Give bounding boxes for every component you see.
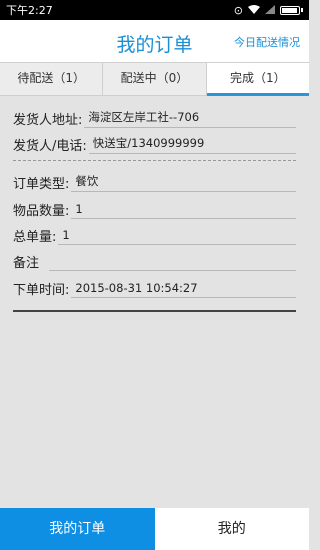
tab-delivering[interactable]: 配送中（0） [103,63,207,95]
daily-delivery-link[interactable]: 今日配送情况 [234,34,300,50]
tab-completed[interactable]: 完成（1） [206,63,310,96]
alarm-icon: ⊙ [233,3,243,17]
status-icons: ⊙ [234,4,303,17]
nav-me[interactable]: 我的 [154,508,309,550]
total-row: 总单量: 1 [13,221,296,245]
order-type-row: 订单类型: 餐饮 [13,168,296,192]
battery-icon [280,5,300,15]
order-type-label: 订单类型: [13,177,70,192]
total-value: 1 [58,228,296,245]
status-bar: 下午2:27 ⊙ [0,0,309,20]
sender-address-row: 发货人地址: 海淀区左岸工社--706 [13,104,296,128]
sender-contact-row: 发货人/电话: 快送宝/1340999999 [13,130,296,154]
item-count-row: 物品数量: 1 [13,195,296,219]
remark-row: 备注 [13,247,296,271]
sender-address-value: 海淀区左岸工社--706 [84,109,296,128]
remark-label: 备注 [13,256,40,271]
item-count-value: 1 [71,202,296,219]
header: 我的订单 今日配送情况 [0,20,309,62]
wifi-icon [248,4,260,17]
sender-contact-value: 快送宝/1340999999 [88,135,296,154]
order-detail: 发货人地址: 海淀区左岸工社--706 发货人/电话: 快送宝/13409999… [0,96,309,508]
nav-my-orders[interactable]: 我的订单 [0,508,155,550]
sender-address-label: 发货人地址: [13,113,83,128]
sender-contact-label: 发货人/电话: [13,139,87,154]
remark-value [49,268,296,271]
total-label: 总单量: [13,230,57,245]
signal-icon [265,4,275,17]
order-time-row: 下单时间: 2015-08-31 10:54:27 [13,274,296,298]
order-tabs: 待配送（1） 配送中（0） 完成（1） [0,62,310,96]
section-divider [13,160,296,161]
order-type-value: 餐饮 [71,173,296,192]
order-time-value: 2015-08-31 10:54:27 [71,281,296,298]
item-count-label: 物品数量: [13,204,70,219]
tab-pending[interactable]: 待配送（1） [0,63,104,95]
detail-end-line [13,310,296,312]
status-time: 下午2:27 [6,4,53,17]
order-time-label: 下单时间: [13,283,70,298]
bottom-nav: 我的订单 我的 [0,508,309,550]
